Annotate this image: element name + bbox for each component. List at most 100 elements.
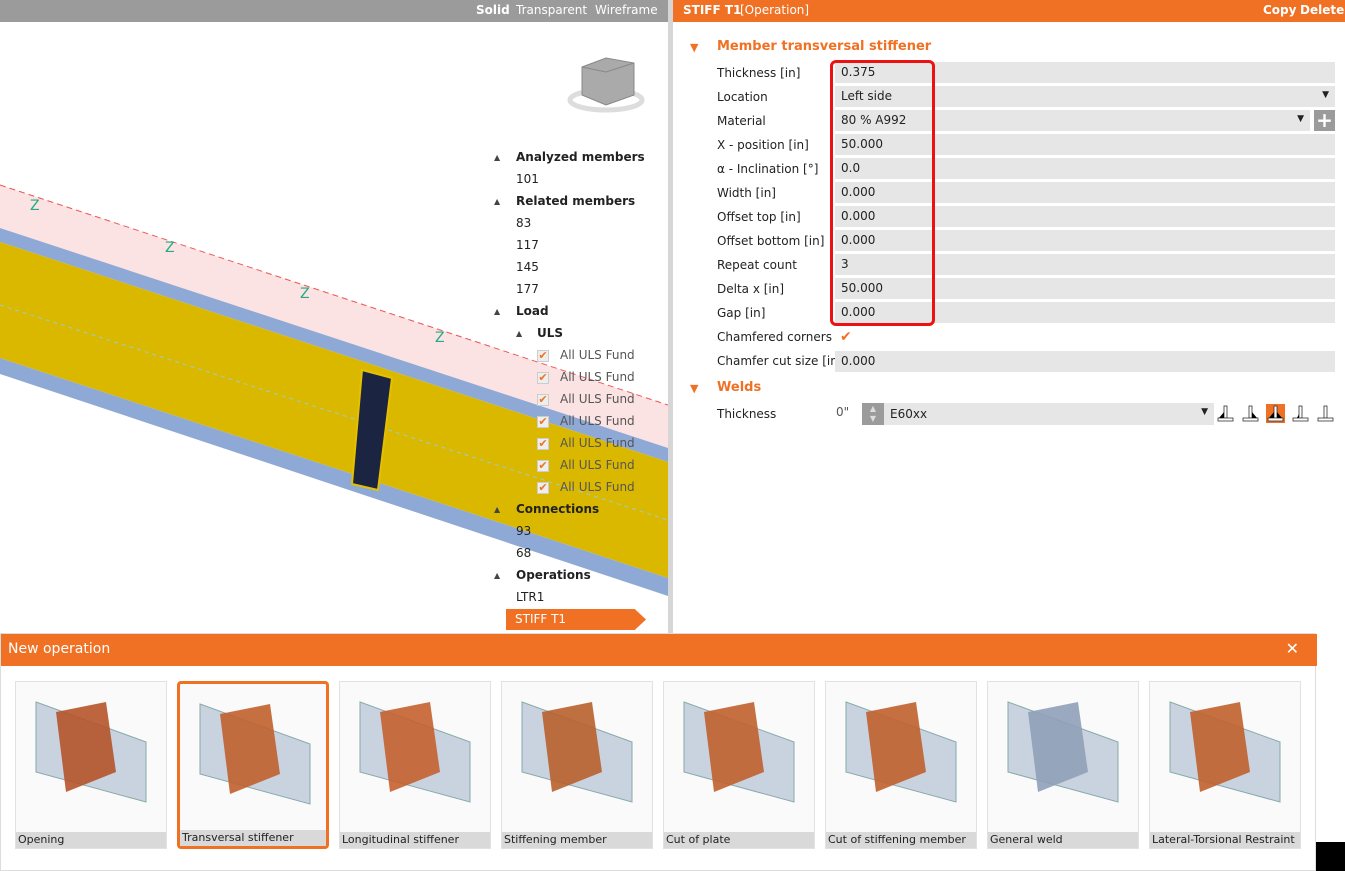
splitter[interactable] xyxy=(668,0,673,633)
prop-value: Left side xyxy=(841,89,892,103)
panel-header: STIFF T1 [Operation] Copy Delete xyxy=(673,0,1345,22)
operation-thumbnail xyxy=(521,701,633,803)
chamfered-checkbox[interactable]: ✔ xyxy=(840,329,852,345)
weld-none-icon[interactable] xyxy=(1316,404,1335,423)
3d-viewport[interactable]: ZZ ZZ Solid Transparent Wireframe ▲ Analy… xyxy=(0,0,668,633)
uls-checkbox[interactable]: ✔ xyxy=(537,460,549,472)
weld-right-icon[interactable] xyxy=(1241,404,1260,423)
collapse-section-icon[interactable]: ▼ xyxy=(690,41,698,54)
tree-item[interactable]: 83 xyxy=(516,216,531,230)
weld-left-icon[interactable] xyxy=(1216,404,1235,423)
weld-stepper[interactable]: ▲ ▼ xyxy=(862,403,884,425)
new-operation-panel: New operation ✕ Opening Transversal stiff… xyxy=(0,633,1317,871)
panel-subtitle: [Operation] xyxy=(740,3,810,17)
uls-checkbox[interactable]: ✔ xyxy=(537,482,549,494)
uls-checkbox[interactable]: ✔ xyxy=(537,416,549,428)
operation-label: Opening xyxy=(16,832,166,848)
uls-item[interactable]: All ULS Fund xyxy=(560,370,635,384)
prop-input[interactable]: 0.000 xyxy=(835,230,1335,251)
prop-input[interactable]: 0.000 xyxy=(835,302,1335,323)
prop-input[interactable]: 50.000 xyxy=(835,278,1335,299)
prop-input[interactable]: 50.000 xyxy=(835,134,1335,155)
collapse-welds-icon[interactable]: ▼ xyxy=(690,382,698,395)
prop-input[interactable]: 0.000 xyxy=(835,182,1335,203)
operation-label: Transversal stiffener xyxy=(180,830,326,846)
weld-both-icon[interactable] xyxy=(1266,404,1285,423)
uls-checkbox[interactable]: ✔ xyxy=(537,438,549,450)
prop-input[interactable]: 0.0 xyxy=(835,158,1335,179)
delete-button[interactable]: Delete xyxy=(1300,3,1344,17)
weld-material-value: E60xx xyxy=(890,407,928,421)
corner-block xyxy=(1316,842,1345,871)
prop-label: Width [in] xyxy=(717,186,776,200)
add-material-button[interactable]: + xyxy=(1314,110,1335,131)
chamfer-size-input[interactable]: 0.000 xyxy=(835,351,1335,372)
tree-related-members[interactable]: Related members xyxy=(516,194,635,208)
operation-thumbnail xyxy=(359,701,471,803)
operation-tile[interactable]: Cut of plate xyxy=(663,681,815,849)
tree-uls[interactable]: ULS xyxy=(537,326,563,340)
prop-input[interactable]: 0.375 xyxy=(835,62,1335,83)
operation-thumbnail xyxy=(199,703,311,805)
weld-material-select[interactable]: E60xx ▼ xyxy=(884,403,1214,425)
operation-label: Longitudinal stiffener xyxy=(340,832,490,848)
weld-thickness-label: Thickness xyxy=(717,407,777,421)
operation-label: Cut of plate xyxy=(664,832,814,848)
chamfered-label: Chamfered corners xyxy=(717,330,832,344)
copy-button[interactable]: Copy xyxy=(1263,3,1296,17)
prop-label: Offset bottom [in] xyxy=(717,234,825,248)
uls-checkbox[interactable]: ✔ xyxy=(537,350,549,362)
weld-thickness-value[interactable]: 0" xyxy=(836,405,849,419)
uls-item[interactable]: All ULS Fund xyxy=(560,348,635,362)
uls-item[interactable]: All ULS Fund xyxy=(560,458,635,472)
prop-label: Repeat count xyxy=(717,258,797,272)
prop-input[interactable]: Left side ▼ xyxy=(835,86,1335,107)
tree-load[interactable]: Load xyxy=(516,304,549,318)
operation-tile[interactable]: Lateral-Torsional Restraint xyxy=(1149,681,1301,849)
tree-connections[interactable]: Connections xyxy=(516,502,599,516)
tree-item[interactable]: 145 xyxy=(516,260,539,274)
prop-label: Offset top [in] xyxy=(717,210,801,224)
welds-title: Welds xyxy=(717,380,762,395)
tree-item[interactable]: 177 xyxy=(516,282,539,296)
uls-checkbox[interactable]: ✔ xyxy=(537,372,549,384)
uls-checkbox[interactable]: ✔ xyxy=(537,394,549,406)
tree-analyzed-members[interactable]: Analyzed members xyxy=(516,150,645,164)
tree-item-stiff-t1[interactable]: STIFF T1 xyxy=(506,609,646,630)
prop-value: 0.000 xyxy=(841,209,876,223)
dropdown-arrow-icon: ▼ xyxy=(1201,407,1208,417)
prop-input[interactable]: 80 % A992 ▼ xyxy=(835,110,1310,131)
uls-item[interactable]: All ULS Fund xyxy=(560,414,635,428)
tree-item[interactable]: 117 xyxy=(516,238,539,252)
prop-input[interactable]: 0.000 xyxy=(835,206,1335,227)
weld-left-partial-icon[interactable] xyxy=(1291,404,1310,423)
operation-tile[interactable]: Longitudinal stiffener xyxy=(339,681,491,849)
prop-label: α - Inclination [°] xyxy=(717,162,819,176)
tree-item-ltr1[interactable]: LTR1 xyxy=(516,590,544,604)
new-operation-header: New operation ✕ xyxy=(1,634,1317,666)
close-icon[interactable]: ✕ xyxy=(1286,639,1299,658)
new-operation-title: New operation xyxy=(8,641,111,657)
uls-item[interactable]: All ULS Fund xyxy=(560,392,635,406)
tree-item[interactable]: 93 xyxy=(516,524,531,538)
operation-tile[interactable]: Stiffening member xyxy=(501,681,653,849)
operation-tile[interactable]: General weld xyxy=(987,681,1139,849)
prop-input[interactable]: 3 xyxy=(835,254,1335,275)
operation-tile[interactable]: Opening xyxy=(15,681,167,849)
tree-operations[interactable]: Operations xyxy=(516,568,591,582)
prop-label: Thickness [in] xyxy=(717,66,801,80)
operation-thumbnail xyxy=(683,701,795,803)
operation-label: Stiffening member xyxy=(502,832,652,848)
prop-value: 0.000 xyxy=(841,305,876,319)
uls-item[interactable]: All ULS Fund xyxy=(560,480,635,494)
tree-item[interactable]: 101 xyxy=(516,172,539,186)
operation-tile[interactable]: Transversal stiffener xyxy=(177,681,329,849)
uls-item[interactable]: All ULS Fund xyxy=(560,436,635,450)
prop-label: Material xyxy=(717,114,766,128)
operation-tile[interactable]: Cut of stiffening member xyxy=(825,681,977,849)
model-tree: ▲ Analyzed members 101 ▲ Related members 8… xyxy=(0,0,668,633)
tree-item[interactable]: 68 xyxy=(516,546,531,560)
prop-value: 80 % A992 xyxy=(841,113,907,127)
prop-label: Location xyxy=(717,90,768,104)
operation-thumbnail xyxy=(35,701,147,803)
